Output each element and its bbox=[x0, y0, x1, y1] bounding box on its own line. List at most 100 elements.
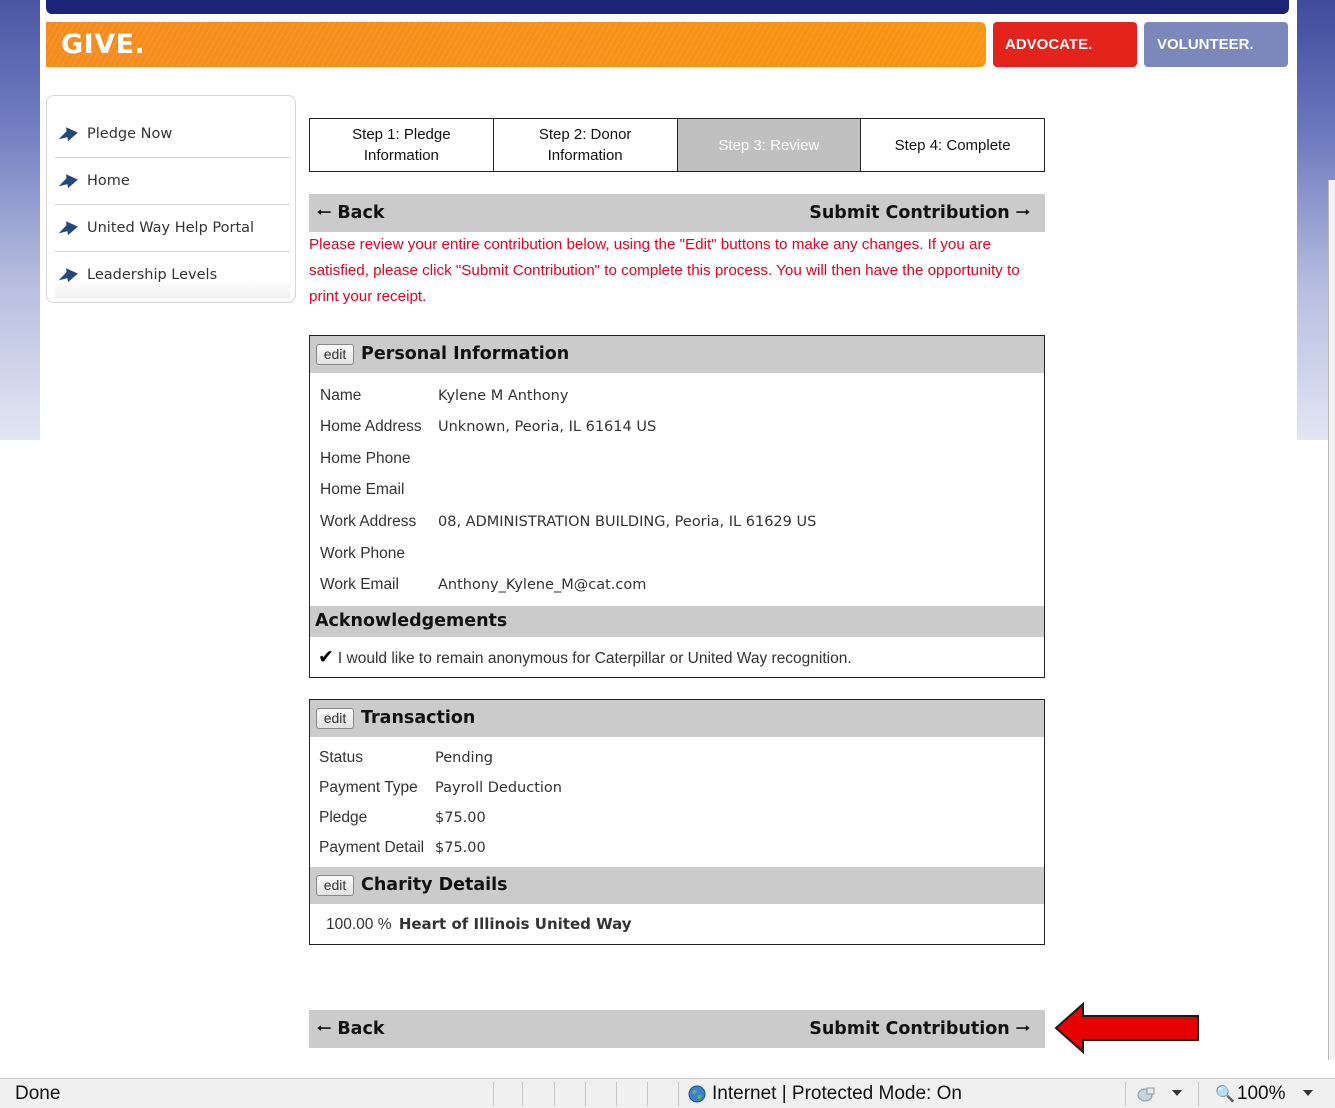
back-button-bottom[interactable]: 🠀 Back bbox=[317, 1010, 384, 1048]
give-tab[interactable]: GIVE. bbox=[46, 22, 986, 67]
status-divider bbox=[647, 1082, 648, 1106]
status-divider bbox=[1125, 1082, 1126, 1106]
back-button[interactable]: 🠀 Back bbox=[317, 194, 384, 232]
status-divider bbox=[1198, 1082, 1199, 1106]
info-row-home-address: Home Address Unknown, Peoria, IL 61614 US bbox=[320, 417, 656, 437]
sidebar-nav: Pledge Now Home United Way Help Portal L… bbox=[46, 95, 296, 303]
top-navy-bar bbox=[46, 0, 1289, 14]
row-label: Payment Detail bbox=[319, 839, 425, 856]
transaction-row-status: Status Pending bbox=[319, 748, 493, 768]
step-2-line2: Information bbox=[547, 147, 623, 164]
security-zone[interactable]: Internet | Protected Mode: On bbox=[688, 1083, 962, 1105]
step-4-label: Step 4: Complete bbox=[894, 136, 1011, 154]
acknowledgements-title: Acknowledgements bbox=[315, 611, 508, 631]
step-1-line1: Step 1: Pledge bbox=[352, 126, 451, 143]
transaction-row-payment-type: Payment Type Payroll Deduction bbox=[319, 778, 562, 798]
network-icon[interactable] bbox=[1137, 1086, 1155, 1102]
transaction-row-pledge: Pledge $75.00 bbox=[319, 808, 486, 828]
info-row-name: Name Kylene M Anthony bbox=[320, 386, 568, 406]
row-label: Work Email bbox=[320, 576, 399, 593]
submit-contribution-button[interactable]: Submit Contribution 🠂 bbox=[809, 194, 1030, 232]
step-4: Step 4: Complete bbox=[861, 119, 1044, 171]
step-1: Step 1: Pledge Information bbox=[310, 119, 494, 171]
row-value: 08, ADMINISTRATION BUILDING, Peoria, IL … bbox=[438, 514, 817, 530]
magnifier-icon: 🔍 bbox=[1215, 1086, 1235, 1103]
row-value: Kylene M Anthony bbox=[438, 388, 569, 404]
personal-information-panel: edit Personal Information Name Kylene M A… bbox=[309, 335, 1045, 678]
sidebar-item-pledge-now[interactable]: Pledge Now bbox=[55, 111, 290, 158]
status-divider bbox=[616, 1082, 617, 1106]
review-instructions: Please review your entire contribution b… bbox=[309, 236, 1020, 305]
row-value: Pending bbox=[435, 750, 493, 766]
status-divider bbox=[522, 1082, 523, 1106]
sidebar-item-label: United Way Help Portal bbox=[87, 220, 255, 236]
sidebar-item-leadership-levels[interactable]: Leadership Levels bbox=[55, 252, 290, 298]
globe-icon bbox=[688, 1085, 706, 1103]
zoom-chevron-down-icon[interactable] bbox=[1303, 1090, 1313, 1096]
row-label: Home Phone bbox=[320, 450, 411, 467]
row-label: Status bbox=[319, 749, 363, 766]
sidebar-item-help-portal[interactable]: United Way Help Portal bbox=[55, 205, 290, 252]
sidebar-item-label: Home bbox=[87, 173, 130, 189]
acknowledgement-item: ✔ I would like to remain anonymous for Ca… bbox=[318, 647, 852, 667]
arrow-right-icon bbox=[58, 127, 78, 142]
step-3-active: Step 3: Review bbox=[677, 119, 862, 171]
edit-transaction-button[interactable]: edit bbox=[316, 708, 354, 729]
transaction-row-payment-detail: Payment Detail $75.00 bbox=[319, 838, 486, 858]
row-value: $75.00 bbox=[435, 810, 486, 826]
row-label: Home Email bbox=[320, 481, 405, 498]
row-value: Payroll Deduction bbox=[435, 780, 562, 796]
zoom-control[interactable]: 🔍 100% bbox=[1215, 1083, 1286, 1105]
status-divider bbox=[493, 1082, 494, 1106]
status-divider bbox=[554, 1082, 555, 1106]
transaction-header: edit Transaction bbox=[310, 700, 1044, 737]
sidebar-item-home[interactable]: Home bbox=[55, 158, 290, 205]
volunteer-tab[interactable]: VOLUNTEER. bbox=[1144, 22, 1288, 67]
security-zone-text: Internet | Protected Mode: On bbox=[712, 1083, 962, 1104]
charity-name: Heart of Illinois United Way bbox=[398, 915, 632, 933]
row-label: Home Address bbox=[320, 418, 422, 435]
chevron-down-icon[interactable] bbox=[1172, 1090, 1182, 1096]
row-label: Name bbox=[320, 387, 362, 404]
info-row-home-email: Home Email bbox=[320, 480, 404, 500]
step-2-line1: Step 2: Donor bbox=[538, 126, 632, 143]
info-row-home-phone: Home Phone bbox=[320, 449, 410, 469]
bottom-action-bar: 🠀 Back Submit Contribution 🠂 bbox=[309, 1010, 1045, 1048]
info-row-work-address: Work Address 08, ADMINISTRATION BUILDING,… bbox=[320, 512, 816, 532]
row-value: $75.00 bbox=[435, 840, 486, 856]
edit-personal-button[interactable]: edit bbox=[316, 344, 354, 365]
step-3-label: Step 3: Review bbox=[718, 136, 820, 154]
edit-charity-button[interactable]: edit bbox=[316, 875, 354, 896]
charity-details-header: edit Charity Details bbox=[310, 867, 1044, 904]
row-label: Work Phone bbox=[320, 545, 406, 562]
sidebar-item-label: Pledge Now bbox=[87, 126, 173, 142]
status-text: Done bbox=[15, 1083, 61, 1104]
zoom-level: 100% bbox=[1236, 1083, 1286, 1104]
personal-information-title: Personal Information bbox=[361, 344, 570, 364]
transaction-panel: edit Transaction Status Pending Payment T… bbox=[309, 699, 1045, 945]
browser-status-bar: Done Internet | Protected Mode: On 🔍 100… bbox=[0, 1078, 1335, 1108]
personal-information-header: edit Personal Information bbox=[310, 336, 1044, 373]
info-row-work-email: Work Email Anthony_Kylene_M@cat.com bbox=[320, 575, 646, 595]
step-indicator: Step 1: Pledge Information Step 2: Donor I… bbox=[309, 118, 1045, 172]
row-value: Unknown, Peoria, IL 61614 US bbox=[438, 419, 657, 435]
back-label: Back bbox=[337, 1019, 385, 1039]
charity-row: 100.00 % Heart of Illinois United Way bbox=[326, 914, 632, 934]
sidebar-item-label: Leadership Levels bbox=[87, 267, 218, 283]
arrow-right-icon bbox=[58, 174, 78, 189]
advocate-tab[interactable]: ADVOCATE. bbox=[993, 22, 1137, 67]
submit-contribution-button-bottom[interactable]: Submit Contribution 🠂 bbox=[809, 1010, 1030, 1048]
acknowledgements-header: Acknowledgements bbox=[310, 606, 1044, 637]
vertical-scrollbar[interactable] bbox=[1328, 180, 1335, 1060]
charity-percent: 100.00 % bbox=[326, 916, 392, 933]
submit-label: Submit Contribution bbox=[809, 1019, 1010, 1039]
back-label: Back bbox=[337, 203, 385, 223]
step-2: Step 2: Donor Information bbox=[494, 119, 678, 171]
acknowledgement-text: I would like to remain anonymous for Cat… bbox=[337, 650, 852, 667]
row-label: Pledge bbox=[319, 809, 368, 826]
info-row-work-phone: Work Phone bbox=[320, 544, 405, 564]
window-border-left bbox=[0, 0, 40, 440]
row-value: Anthony_Kylene_M@cat.com bbox=[438, 577, 647, 593]
step-1-line2: Information bbox=[363, 147, 439, 164]
arrow-right-icon bbox=[58, 268, 78, 283]
